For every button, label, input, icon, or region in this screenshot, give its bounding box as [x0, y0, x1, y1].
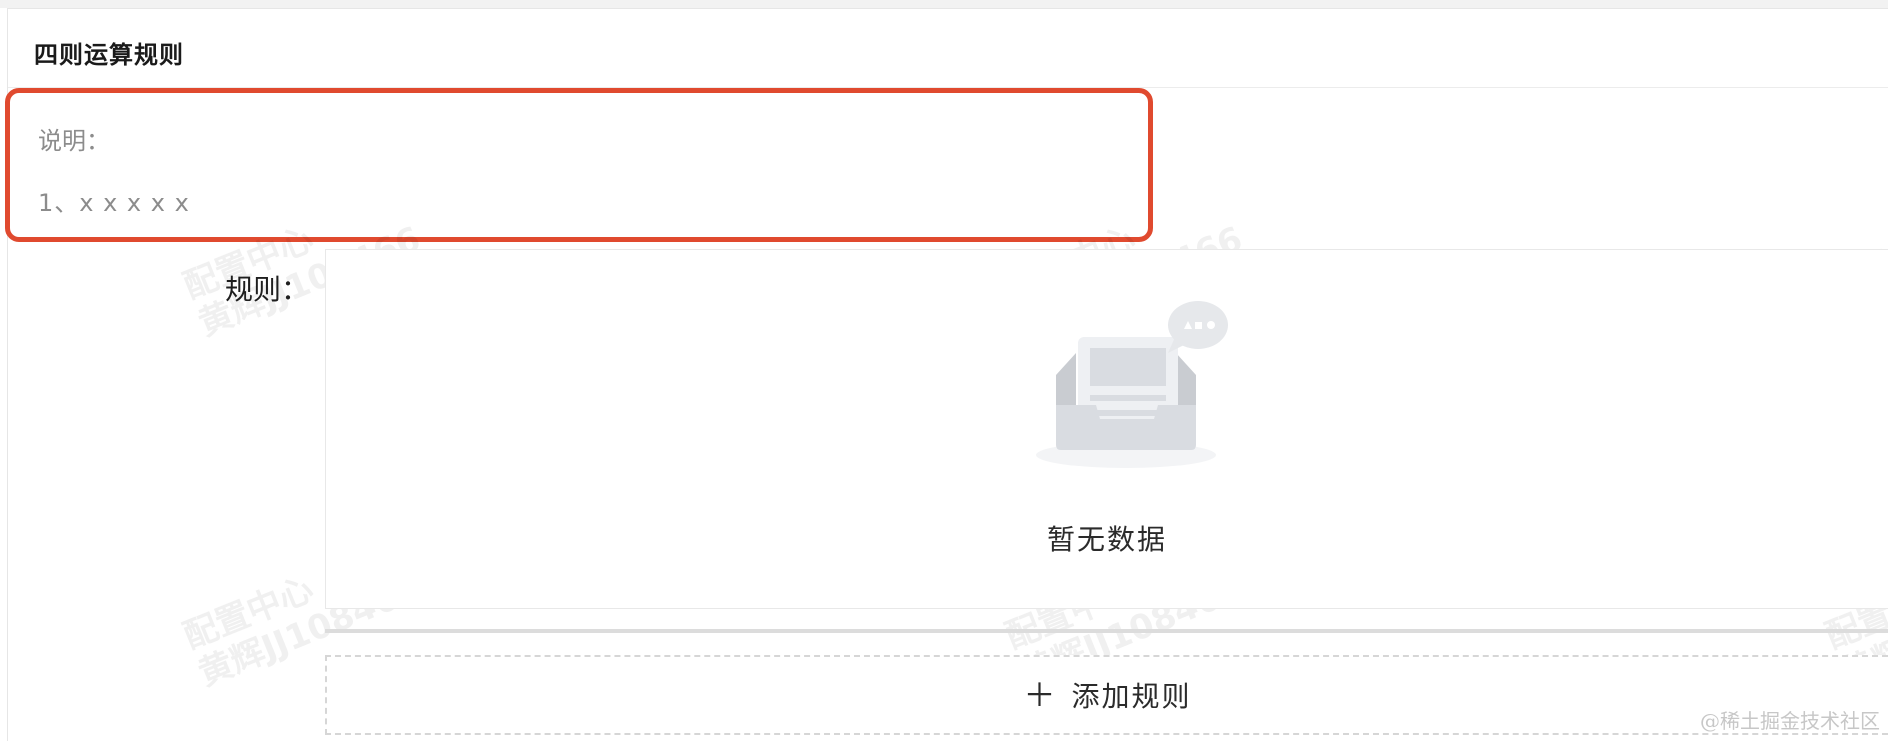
description-highlight-box: 说明： 1、x x x x x	[5, 88, 1153, 242]
description-label: 说明：	[38, 127, 110, 155]
add-rule-label: 添加规则	[1071, 680, 1192, 713]
card-title: 四则运算规则	[34, 41, 184, 69]
empty-inbox-icon	[1036, 301, 1228, 468]
description-item: 1、x x x x x	[38, 189, 190, 217]
rules-field-label: 规则：	[225, 273, 310, 306]
empty-state-text: 暂无数据	[1046, 523, 1167, 556]
divider	[325, 629, 1888, 633]
rules-empty-panel: 暂无数据	[325, 249, 1888, 609]
card-header: 四则运算规则	[8, 9, 1888, 88]
top-strip	[0, 0, 1888, 8]
plus-icon: ＋	[1023, 676, 1056, 714]
site-watermark: @稀土掘金技术社区	[1700, 709, 1880, 733]
add-rule-button[interactable]: ＋ 添加规则	[325, 655, 1888, 735]
